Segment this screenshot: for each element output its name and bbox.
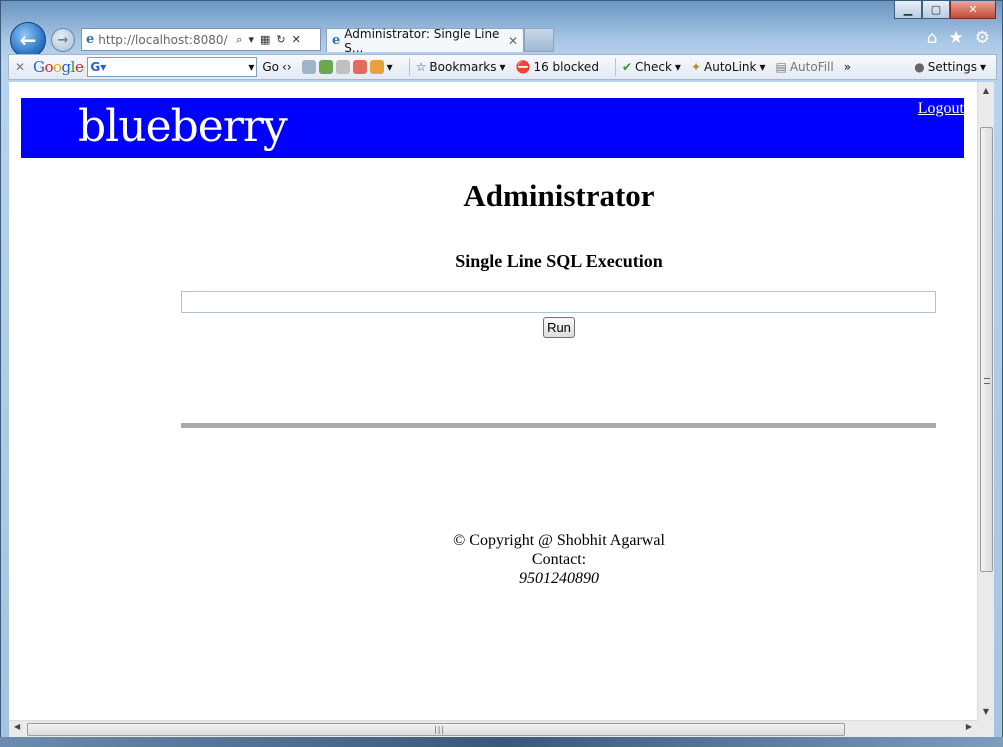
close-toolbar-icon[interactable]: ✕ (15, 60, 33, 74)
blocked-icon: ⛔ (515, 60, 531, 74)
back-arrow-icon: ← (19, 28, 37, 52)
stop-icon[interactable]: ✕ (292, 33, 301, 47)
search-dropdown-icon[interactable]: ▾ (248, 60, 254, 74)
section-title: Single Line SQL Execution (455, 251, 663, 271)
scroll-left-icon[interactable]: ◀ (14, 722, 20, 731)
image-icon[interactable] (318, 60, 333, 74)
apps-icon[interactable] (369, 60, 384, 74)
scrollbar-corner (977, 720, 994, 737)
refresh-icon[interactable]: ↻ (276, 33, 285, 47)
autolink-label: AutoLink (704, 60, 757, 74)
magnifier-icon[interactable] (301, 60, 316, 74)
browser-window: ▁ ▢ ✕ ← → e http://localhost:8080/blu ⌕ … (0, 0, 1003, 747)
gear-icon[interactable]: ⚙ (975, 28, 990, 48)
more-dropdown-icon[interactable]: ▾ (387, 60, 393, 74)
go-button[interactable]: Go ‹› (262, 60, 291, 74)
close-window-button[interactable]: ✕ (950, 1, 996, 19)
autofill-button[interactable]: ▤ AutoFill (775, 60, 833, 74)
google-search-input[interactable]: G▾ ▾ (87, 57, 258, 77)
news-icon[interactable] (352, 60, 367, 74)
favorites-star-icon[interactable]: ★ (949, 28, 964, 48)
more-chevron-icon[interactable]: » (844, 60, 851, 74)
bookmarks-button[interactable]: ☆ Bookmarks ▾ (416, 60, 506, 74)
address-url[interactable]: http://localhost:8080/blu (98, 33, 228, 47)
ie-tab-icon: e (332, 33, 341, 48)
copyright-text: © Copyright @ Shobhit Agarwal (453, 532, 665, 549)
new-tab-button[interactable] (524, 28, 554, 52)
divider (181, 423, 936, 428)
spellcheck-icon: ✔ (621, 60, 632, 74)
google-toolbar: ✕ Google G▾ ▾ Go ‹› ▾ ☆ Bookmarks ▾ ⛔ 16 bl… (8, 54, 997, 80)
settings-wrench-icon: ● (914, 60, 925, 74)
run-button[interactable]: Run (543, 317, 575, 338)
toolbar-separator (408, 58, 410, 76)
google-g-icon: G▾ (90, 60, 107, 74)
popup-blocker-button[interactable]: ⛔ 16 blocked (515, 60, 598, 74)
scroll-down-icon[interactable]: ▼ (978, 703, 994, 720)
wand-icon: ✦ (690, 60, 702, 74)
dropdown-icon[interactable]: ▾ (248, 33, 254, 47)
toolbar-icons: ▾ (301, 60, 393, 74)
scroll-grip-icon: ||| (434, 725, 446, 734)
maximize-button[interactable]: ▢ (922, 1, 950, 19)
vertical-scrollbar[interactable]: ▲ ▼ (977, 82, 994, 720)
minimize-button[interactable]: ▁ (894, 1, 922, 19)
contact-phone: 9501240890 (519, 570, 599, 587)
window-controls: ▁ ▢ ✕ (894, 1, 996, 21)
horizontal-scrollbar[interactable]: ◀ ||| ▶ (9, 720, 977, 737)
scroll-right-icon[interactable]: ▶ (966, 722, 972, 731)
toolbar-separator (614, 58, 616, 76)
sql-query-input[interactable] (181, 291, 936, 313)
site-banner: blueberry Logout (21, 98, 964, 158)
ie-page-icon: e (86, 32, 95, 47)
address-bar[interactable]: e http://localhost:8080/blu ⌕ ▾ ▦ ↻ ✕ (81, 28, 321, 51)
compatibility-icon[interactable]: ▦ (260, 33, 270, 47)
settings-label: Settings (927, 60, 977, 74)
brand-logo: blueberry (78, 101, 288, 152)
footer: © Copyright @ Shobhit Agarwal Contact: 9… (9, 531, 977, 588)
scroll-up-icon[interactable]: ▲ (978, 82, 994, 99)
vertical-scroll-thumb[interactable] (980, 127, 993, 572)
forward-button[interactable]: → (51, 28, 75, 52)
google-logo: Google (33, 58, 84, 76)
go-label: Go (262, 60, 279, 74)
page-viewport: blueberry Logout Administrator Single Li… (9, 82, 977, 720)
settings-button[interactable]: ● Settings ▾ (914, 60, 986, 74)
tab-title: Administrator: Single Line S... (344, 26, 500, 55)
close-tab-icon[interactable]: ✕ (508, 34, 518, 48)
back-button[interactable]: ← (10, 22, 46, 58)
chat-icon[interactable] (335, 60, 350, 74)
blocked-label: 16 blocked (533, 60, 599, 74)
home-icon[interactable]: ⌂ (927, 28, 938, 48)
contact-label: Contact: (531, 551, 587, 568)
autolink-button[interactable]: ✦ AutoLink ▾ (691, 60, 766, 74)
desktop-background (0, 737, 1003, 747)
bookmark-star-icon: ☆ (415, 60, 427, 74)
bookmarks-label: Bookmarks (429, 60, 497, 74)
forward-arrow-icon: → (57, 32, 69, 48)
check-label: Check (635, 60, 672, 74)
spellcheck-button[interactable]: ✔ Check ▾ (622, 60, 681, 74)
page-title: Administrator (463, 178, 655, 213)
logout-link[interactable]: Logout (918, 100, 964, 118)
tab-active[interactable]: e Administrator: Single Line S... ✕ (326, 26, 524, 55)
autofill-label: AutoFill (789, 60, 834, 74)
search-icon[interactable]: ⌕ (236, 33, 242, 47)
autofill-icon: ▤ (775, 60, 787, 74)
